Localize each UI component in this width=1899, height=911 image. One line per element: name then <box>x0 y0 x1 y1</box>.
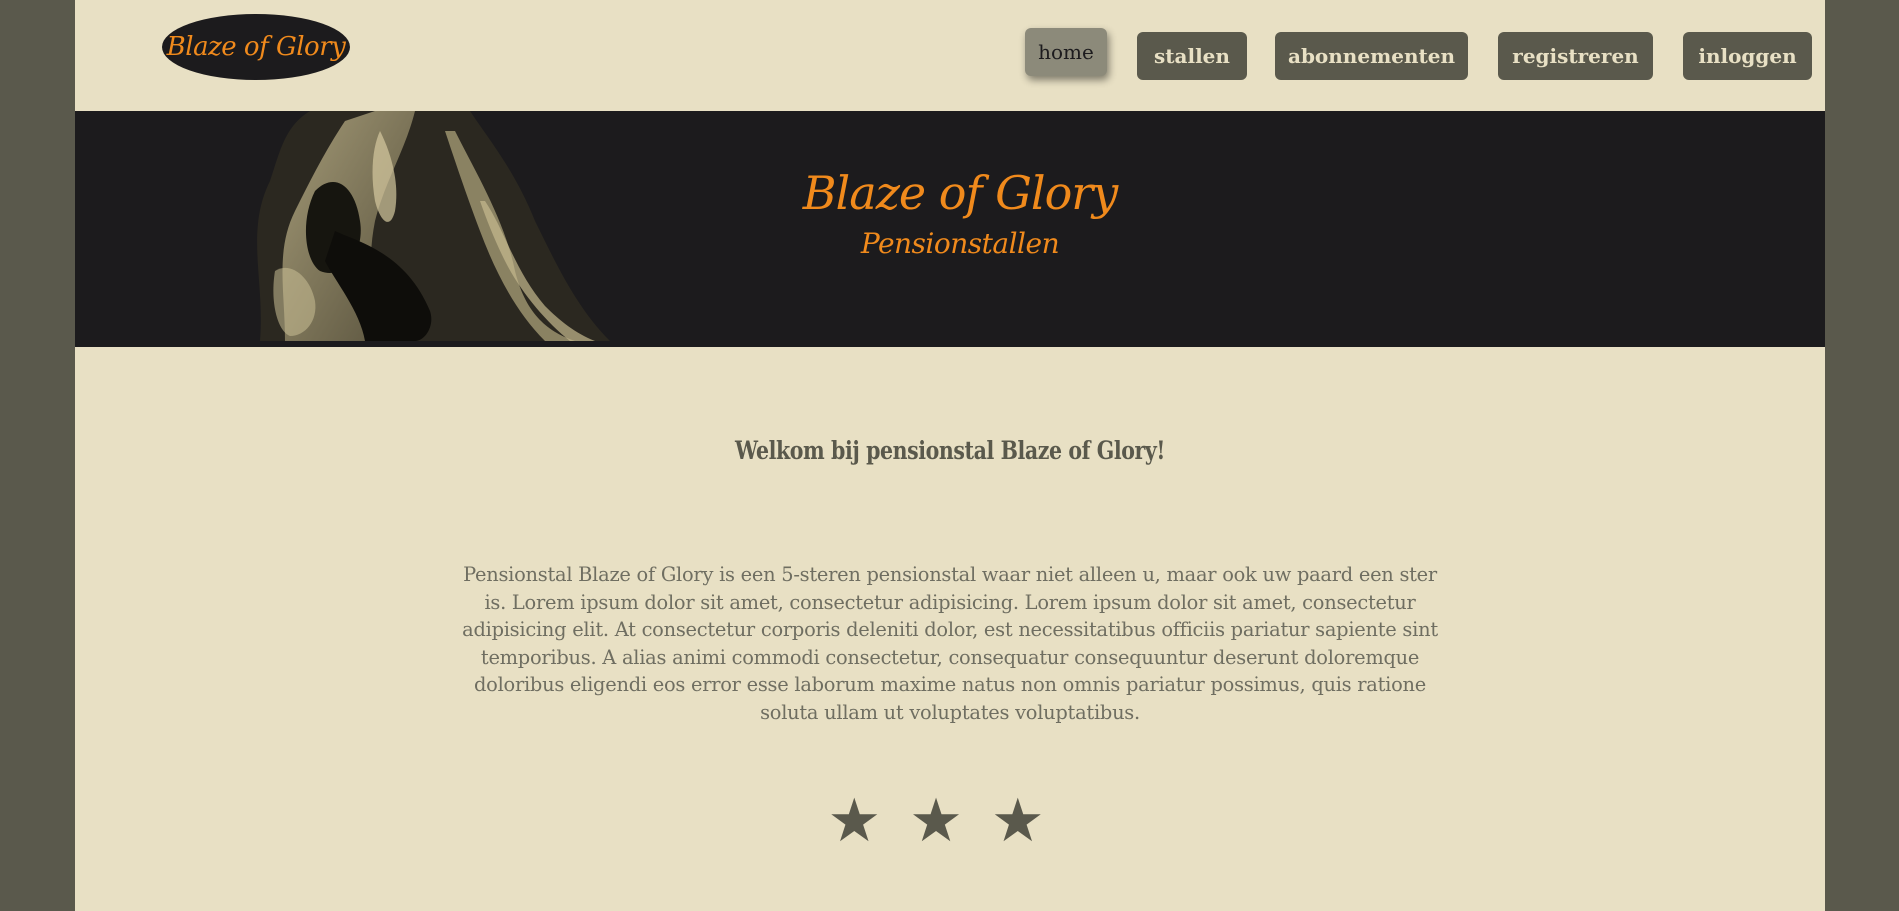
intro-paragraph: Pensionstal Blaze of Glory is een 5-ster… <box>462 563 1438 724</box>
nav-inloggen-button[interactable]: inloggen <box>1683 32 1812 80</box>
nav-registreren-label: registreren <box>1512 44 1639 68</box>
logo-text: Blaze of Glory <box>166 32 346 62</box>
nav-inloggen-label: inloggen <box>1698 44 1797 68</box>
nav-abonnementen-label: abonnementen <box>1287 44 1456 68</box>
nav-stallen-button[interactable]: stallen <box>1137 32 1247 80</box>
hero-subtitle: Pensionstallen <box>860 227 1060 260</box>
header: Blaze of Glory home stallen abonnementen… <box>75 0 1825 111</box>
nav-registreren-button[interactable]: registreren <box>1498 32 1653 80</box>
welcome-heading: Welkom bij pensionstal Blaze of Glory! <box>735 436 1165 465</box>
nav-stallen-label: stallen <box>1154 44 1230 68</box>
logo[interactable]: Blaze of Glory <box>162 14 350 80</box>
star-icon: ★★★ <box>827 786 1073 856</box>
hero-banner: Blaze of Glory Pensionstallen <box>75 111 1825 347</box>
nav-home-button[interactable]: home <box>1025 28 1107 76</box>
nav-abonnementen-button[interactable]: abonnementen <box>1275 32 1468 80</box>
page: Blaze of Glory home stallen abonnementen… <box>75 0 1825 911</box>
horse-illustration <box>257 111 610 341</box>
hero-title: Blaze of Glory <box>802 166 1119 220</box>
nav-home-label: home <box>1038 40 1094 64</box>
rating-stars: ★★★ <box>75 786 1825 856</box>
